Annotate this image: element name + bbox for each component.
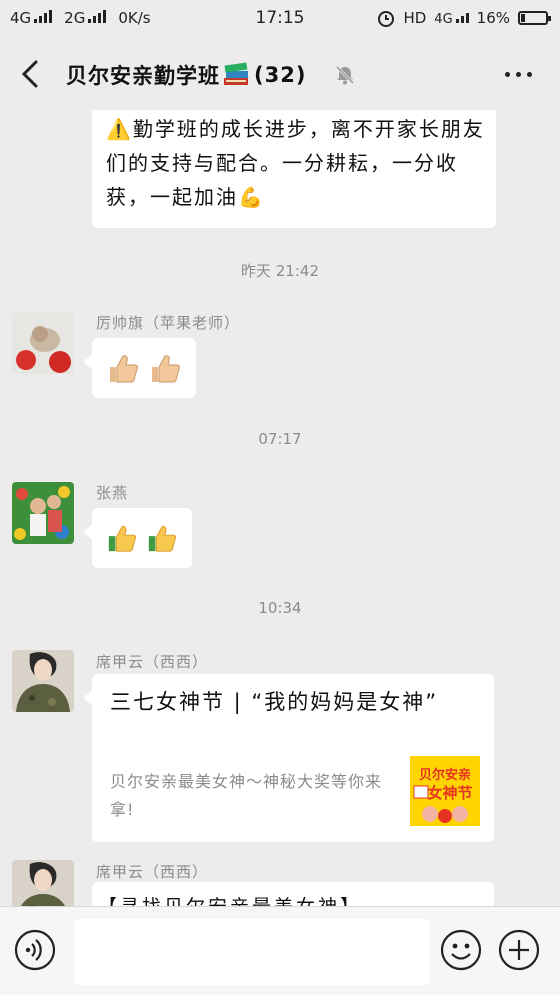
link-title: 三七女神节 | “我的妈妈是女神” [110, 690, 439, 714]
avatar-image [12, 482, 74, 544]
sender-name: 席甲云（西西） [96, 863, 209, 881]
thumbs-up-icon [108, 526, 137, 552]
message-bubble[interactable]: ⚠️勤学班的成长进步，离不开家长朋友们的支持与配合。一分耕耘，一分收获，一起加油… [92, 110, 496, 228]
message-bubble[interactable] [83, 338, 196, 398]
thumbnail-caption-bottom: 女神节 [427, 784, 472, 802]
avatar[interactable] [12, 482, 74, 544]
voice-icon[interactable] [14, 929, 56, 971]
battery-level [521, 14, 525, 22]
message-text: 【寻找贝尔安亲最美女神】 [98, 892, 362, 906]
signal-icon [455, 9, 469, 23]
avatar-image [12, 860, 74, 906]
battery-icon [518, 11, 551, 25]
sender-name: 厉帅旗（苹果老师） [96, 314, 241, 332]
avatar[interactable] [12, 312, 74, 374]
link-thumbnail-image: 贝尔安亲 女神节 [410, 756, 480, 826]
more-options-icon[interactable] [505, 72, 532, 77]
mute-bell-icon [335, 65, 355, 85]
plus-icon[interactable] [498, 929, 540, 971]
nav-bar: 贝尔安亲勤学班 (32) [0, 38, 560, 110]
battery-percent: 16% [476, 9, 510, 27]
link-description: 贝尔安亲最美女神～神秘大奖等你来拿! [110, 772, 383, 819]
message-input[interactable] [74, 919, 430, 985]
member-count: (32) [254, 63, 307, 87]
message-bubble[interactable] [83, 508, 192, 568]
thumbs-up-icon [110, 355, 138, 383]
chat-title: 贝尔安亲勤学班 (32) [66, 60, 306, 90]
thumbs-up-icon [148, 526, 177, 552]
chat-area[interactable]: ⚠️勤学班的成长进步，离不开家长朋友们的支持与配合。一分耕耘，一分收获，一起加油… [0, 110, 560, 906]
back-arrow-icon[interactable] [16, 58, 48, 90]
emoji-icon[interactable] [440, 929, 482, 971]
sender-name: 席甲云（西西） [96, 653, 209, 671]
lte-label: 4G [434, 12, 453, 27]
link-thumbnail: 贝尔安亲 女神节 [410, 756, 480, 826]
avatar-image [12, 650, 74, 712]
sender-name: 张燕 [96, 484, 129, 502]
message-text: ⚠️勤学班的成长进步，离不开家长朋友们的支持与配合。一分耕耘，一分收获，一起加油… [106, 117, 485, 209]
timestamp: 07:17 [258, 430, 302, 448]
timestamp: 10:34 [258, 599, 302, 617]
avatar[interactable] [12, 650, 74, 712]
alarm-icon [378, 11, 395, 27]
books-icon [224, 62, 248, 85]
message-bubble[interactable]: 【寻找贝尔安亲最美女神】 [92, 882, 494, 906]
input-bar [0, 906, 560, 995]
timestamp: 昨天 21:42 [241, 262, 319, 280]
thumbs-up-icon [152, 355, 180, 383]
lte-indicator: 4G [434, 9, 469, 27]
thumbnail-caption-top: 贝尔安亲 [419, 767, 471, 783]
avatar[interactable] [12, 860, 74, 906]
link-card[interactable]: 三七女神节 | “我的妈妈是女神” 贝尔安亲最美女神～神秘大奖等你来拿! 贝尔安… [83, 674, 494, 842]
avatar-image [12, 312, 74, 374]
group-name: 贝尔安亲勤学班 [66, 64, 220, 88]
hd-indicator: HD [403, 9, 427, 27]
status-bar: 4G 2G 0K/s 17:15 HD 4G 16% [0, 0, 560, 38]
